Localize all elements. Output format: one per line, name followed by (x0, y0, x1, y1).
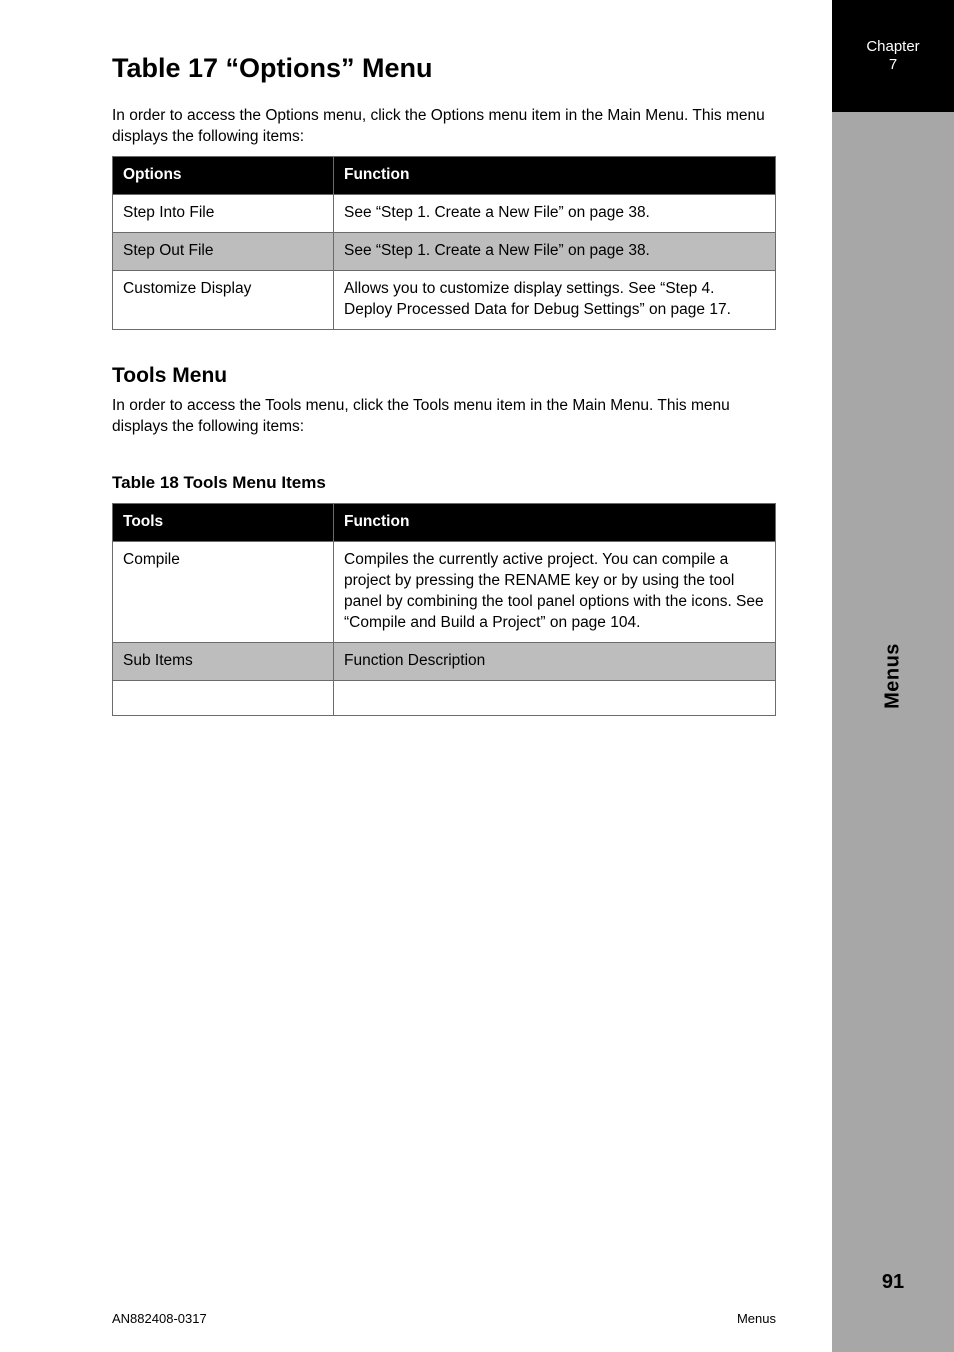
tools-caption: Table 18 Tools Menu Items (112, 472, 776, 495)
options-table: Options Function Step Into File See “Ste… (112, 156, 776, 330)
table-row: Compile Compiles the currently active pr… (113, 541, 776, 642)
page-number: 91 (832, 1269, 954, 1296)
tool-name: Compile (113, 541, 334, 642)
table-row (113, 680, 776, 715)
tool-desc: Compiles the currently active project. Y… (334, 541, 776, 642)
intro-text: In order to access the Options menu, cli… (112, 106, 776, 148)
tool-desc (334, 680, 776, 715)
table-row: Sub Items Function Description (113, 642, 776, 680)
page-title: Table 17 “Options” Menu (112, 50, 776, 86)
chapter-number: 7 (889, 56, 897, 74)
tool-name: Sub Items (113, 642, 334, 680)
tools-table: Tools Function Compile Compiles the curr… (112, 503, 776, 716)
table-row: Step Out File See “Step 1. Create a New … (113, 233, 776, 271)
table-row: Step Into File See “Step 1. Create a New… (113, 195, 776, 233)
tool-name (113, 680, 334, 715)
tools-col1-header: Tools (113, 504, 334, 542)
option-desc: Allows you to customize display settings… (334, 271, 776, 330)
chapter-badge: Chapter 7 (832, 0, 954, 112)
option-desc: See “Step 1. Create a New File” on page … (334, 195, 776, 233)
footer-left: AN882408-0317 (112, 1310, 207, 1328)
footer-right: Menus (737, 1310, 776, 1328)
option-name: Customize Display (113, 271, 334, 330)
chapter-label: Chapter (866, 38, 919, 56)
tool-desc: Function Description (334, 642, 776, 680)
option-desc: See “Step 1. Create a New File” on page … (334, 233, 776, 271)
sidebar-vertical-label: Menus (880, 643, 907, 709)
options-col2-header: Function (334, 157, 776, 195)
tools-heading: Tools Menu (112, 362, 776, 390)
page-footer: AN882408-0317 Menus (0, 1310, 832, 1328)
tools-intro: In order to access the Tools menu, click… (112, 396, 776, 438)
options-col1-header: Options (113, 157, 334, 195)
sidebar: Chapter 7 Menus (832, 0, 954, 1352)
table-row: Customize Display Allows you to customiz… (113, 271, 776, 330)
option-name: Step Out File (113, 233, 334, 271)
option-name: Step Into File (113, 195, 334, 233)
tools-col2-header: Function (334, 504, 776, 542)
